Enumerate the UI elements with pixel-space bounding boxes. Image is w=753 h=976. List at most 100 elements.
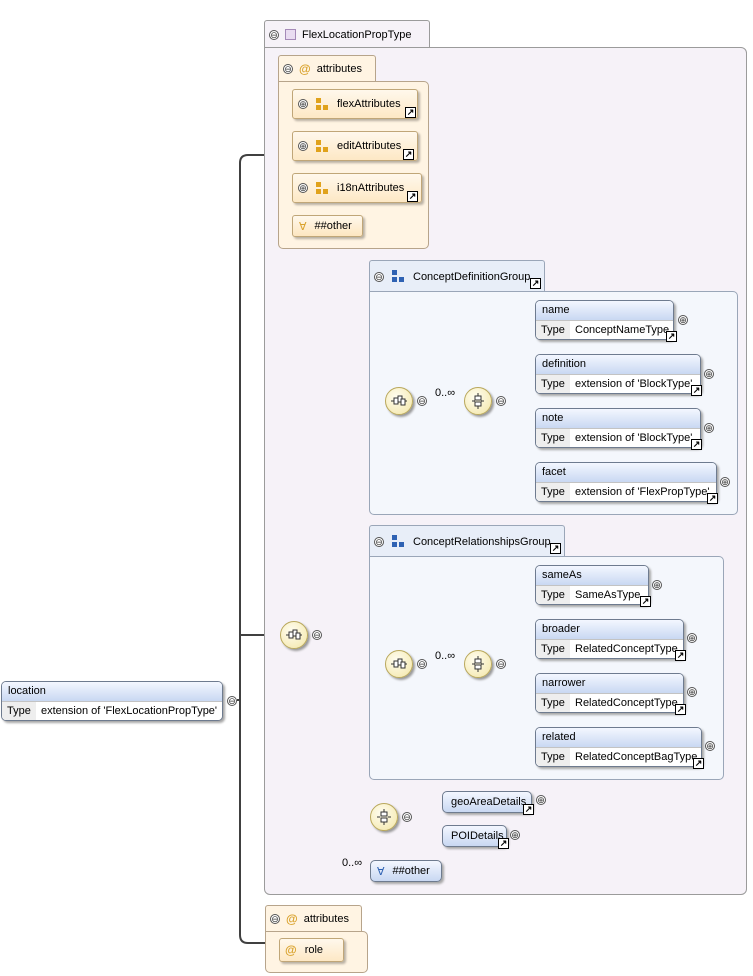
type-value: extension of 'BlockType' — [575, 432, 693, 444]
link-icon[interactable]: ↗ — [407, 191, 418, 202]
link-icon[interactable]: ↗ — [675, 650, 686, 661]
element-title: narrower — [536, 674, 683, 693]
element-narrower[interactable]: narrower Type RelatedConceptType — [535, 673, 684, 713]
link-icon[interactable]: ↗ — [523, 804, 534, 815]
expand-toggle-icon[interactable]: ⊕ — [678, 315, 688, 325]
expand-toggle-icon[interactable]: ⊕ — [510, 830, 520, 840]
element-type-row: Type extension of 'BlockType' — [536, 374, 700, 393]
element-definition[interactable]: definition Type extension of 'BlockType' — [535, 354, 701, 394]
expand-toggle-icon[interactable]: ⊕ — [720, 477, 730, 487]
type-label: Type — [536, 640, 570, 658]
link-icon[interactable]: ↗ — [550, 543, 561, 554]
any-icon: ∀ — [299, 220, 307, 233]
element-title: facet — [536, 463, 716, 482]
sequence-compositor-icon[interactable] — [385, 650, 413, 678]
type-value: extension of 'FlexPropType' — [575, 486, 710, 498]
element-sameas[interactable]: sameAs Type SameAsType — [535, 565, 649, 605]
link-icon[interactable]: ↗ — [530, 278, 541, 289]
link-icon[interactable]: ↗ — [498, 838, 509, 849]
group-name: ConceptRelationshipsGroup — [413, 535, 551, 548]
expand-toggle-icon[interactable]: ⊕ — [298, 99, 308, 109]
sequence-compositor-icon[interactable] — [464, 650, 492, 678]
link-icon[interactable]: ↗ — [403, 149, 414, 160]
type-label: Type — [536, 748, 570, 766]
sequence-compositor-icon[interactable] — [385, 387, 413, 415]
type-value: RelatedConceptType — [575, 643, 678, 655]
element-related[interactable]: related Type RelatedConceptBagType — [535, 727, 702, 767]
collapse-toggle-icon[interactable]: ⊖ — [417, 396, 427, 406]
element-geoareadetails[interactable]: geoAreaDetails — [442, 791, 532, 813]
type-value: ConceptNameType — [575, 324, 670, 336]
attribute-icon: @ — [299, 62, 311, 76]
any-attribute-label: ##other — [314, 220, 352, 232]
element-broader[interactable]: broader Type RelatedConceptType — [535, 619, 684, 659]
complex-type-icon — [285, 29, 296, 40]
location-element[interactable]: location Type extension of 'FlexLocation… — [1, 681, 223, 721]
expand-toggle-icon[interactable]: ⊕ — [704, 369, 714, 379]
link-icon[interactable]: ↗ — [640, 596, 651, 607]
occurrence-label: 0..∞ — [342, 857, 363, 869]
link-icon[interactable]: ↗ — [666, 331, 677, 342]
collapse-toggle-icon[interactable]: ⊖ — [283, 64, 293, 74]
attributes-label: attributes — [316, 63, 362, 75]
link-icon[interactable]: ↗ — [405, 107, 416, 118]
link-icon[interactable]: ↗ — [675, 704, 686, 715]
element-title: broader — [536, 620, 683, 639]
collapse-toggle-icon[interactable]: ⊖ — [496, 659, 506, 669]
type-label: Type — [2, 702, 36, 720]
concept-relationships-group-tab: ⊖ ConceptRelationshipsGroup — [369, 525, 565, 557]
expand-toggle-icon[interactable]: ⊕ — [536, 795, 546, 805]
collapse-toggle-icon[interactable]: ⊖ — [496, 396, 506, 406]
element-title: note — [536, 409, 700, 428]
expand-toggle-icon[interactable]: ⊕ — [298, 141, 308, 151]
attribute-icon: @ — [285, 943, 297, 957]
type-value: RelatedConceptBagType — [575, 751, 698, 763]
element-type-row: Type RelatedConceptType — [536, 693, 683, 712]
collapse-toggle-icon[interactable]: ⊖ — [402, 812, 412, 822]
collapse-toggle-icon[interactable]: ⊖ — [374, 536, 384, 547]
outer-attributes-tab: ⊖ @ attributes — [265, 905, 362, 932]
collapse-toggle-icon[interactable]: ⊖ — [270, 914, 280, 924]
element-note[interactable]: note Type extension of 'BlockType' — [535, 408, 701, 448]
expand-toggle-icon[interactable]: ⊕ — [705, 741, 715, 751]
attribute-group-editattributes[interactable]: ⊕ editAttributes — [292, 131, 418, 161]
element-type-row: Type RelatedConceptType — [536, 639, 683, 658]
attributes-label: attributes — [303, 913, 349, 925]
link-icon[interactable]: ↗ — [707, 493, 718, 504]
attribute-group-name: editAttributes — [337, 140, 402, 152]
type-value: extension of 'FlexLocationPropType' — [41, 705, 218, 717]
attribute-group-flexattributes[interactable]: ⊕ flexAttributes — [292, 89, 418, 119]
link-icon[interactable]: ↗ — [693, 758, 704, 769]
attribute-role[interactable]: @ role — [279, 938, 344, 962]
sequence-compositor-icon[interactable] — [464, 387, 492, 415]
expand-toggle-icon[interactable]: ⊕ — [687, 687, 697, 697]
link-icon[interactable]: ↗ — [691, 385, 702, 396]
collapse-toggle-icon[interactable]: ⊖ — [312, 630, 322, 640]
collapse-toggle-icon[interactable]: ⊖ — [374, 271, 384, 282]
choice-compositor-icon[interactable] — [370, 803, 398, 831]
expand-toggle-icon[interactable]: ⊕ — [298, 183, 308, 193]
expand-toggle-icon[interactable]: ⊕ — [687, 633, 697, 643]
collapse-toggle-icon[interactable]: ⊖ — [227, 696, 237, 706]
attribute-group-name: i18nAttributes — [337, 182, 405, 194]
link-icon[interactable]: ↗ — [691, 439, 702, 450]
any-attribute[interactable]: ∀ ##other — [292, 215, 363, 237]
sequence-compositor-icon[interactable] — [280, 621, 308, 649]
complex-type-name: FlexLocationPropType — [302, 28, 412, 41]
any-element-label: ##other — [392, 865, 430, 877]
element-facet[interactable]: facet Type extension of 'FlexPropType' — [535, 462, 717, 502]
collapse-toggle-icon[interactable]: ⊖ — [417, 659, 427, 669]
collapse-toggle-icon[interactable]: ⊖ — [269, 29, 279, 40]
expand-toggle-icon[interactable]: ⊕ — [704, 423, 714, 433]
expand-toggle-icon[interactable]: ⊕ — [652, 580, 662, 590]
occurrence-label: 0..∞ — [435, 650, 456, 662]
attribute-group-i18nattributes[interactable]: ⊕ i18nAttributes — [292, 173, 422, 203]
attribute-group-name: flexAttributes — [337, 98, 401, 110]
type-label: Type — [536, 483, 570, 501]
any-element[interactable]: ∀ ##other — [370, 860, 442, 882]
element-name[interactable]: name Type ConceptNameType — [535, 300, 674, 340]
any-icon: ∀ — [377, 865, 385, 878]
element-type-row: Type extension of 'FlexPropType' — [536, 482, 716, 501]
concept-definition-group-tab: ⊖ ConceptDefinitionGroup — [369, 260, 545, 292]
attribute-group-icon — [316, 181, 329, 195]
